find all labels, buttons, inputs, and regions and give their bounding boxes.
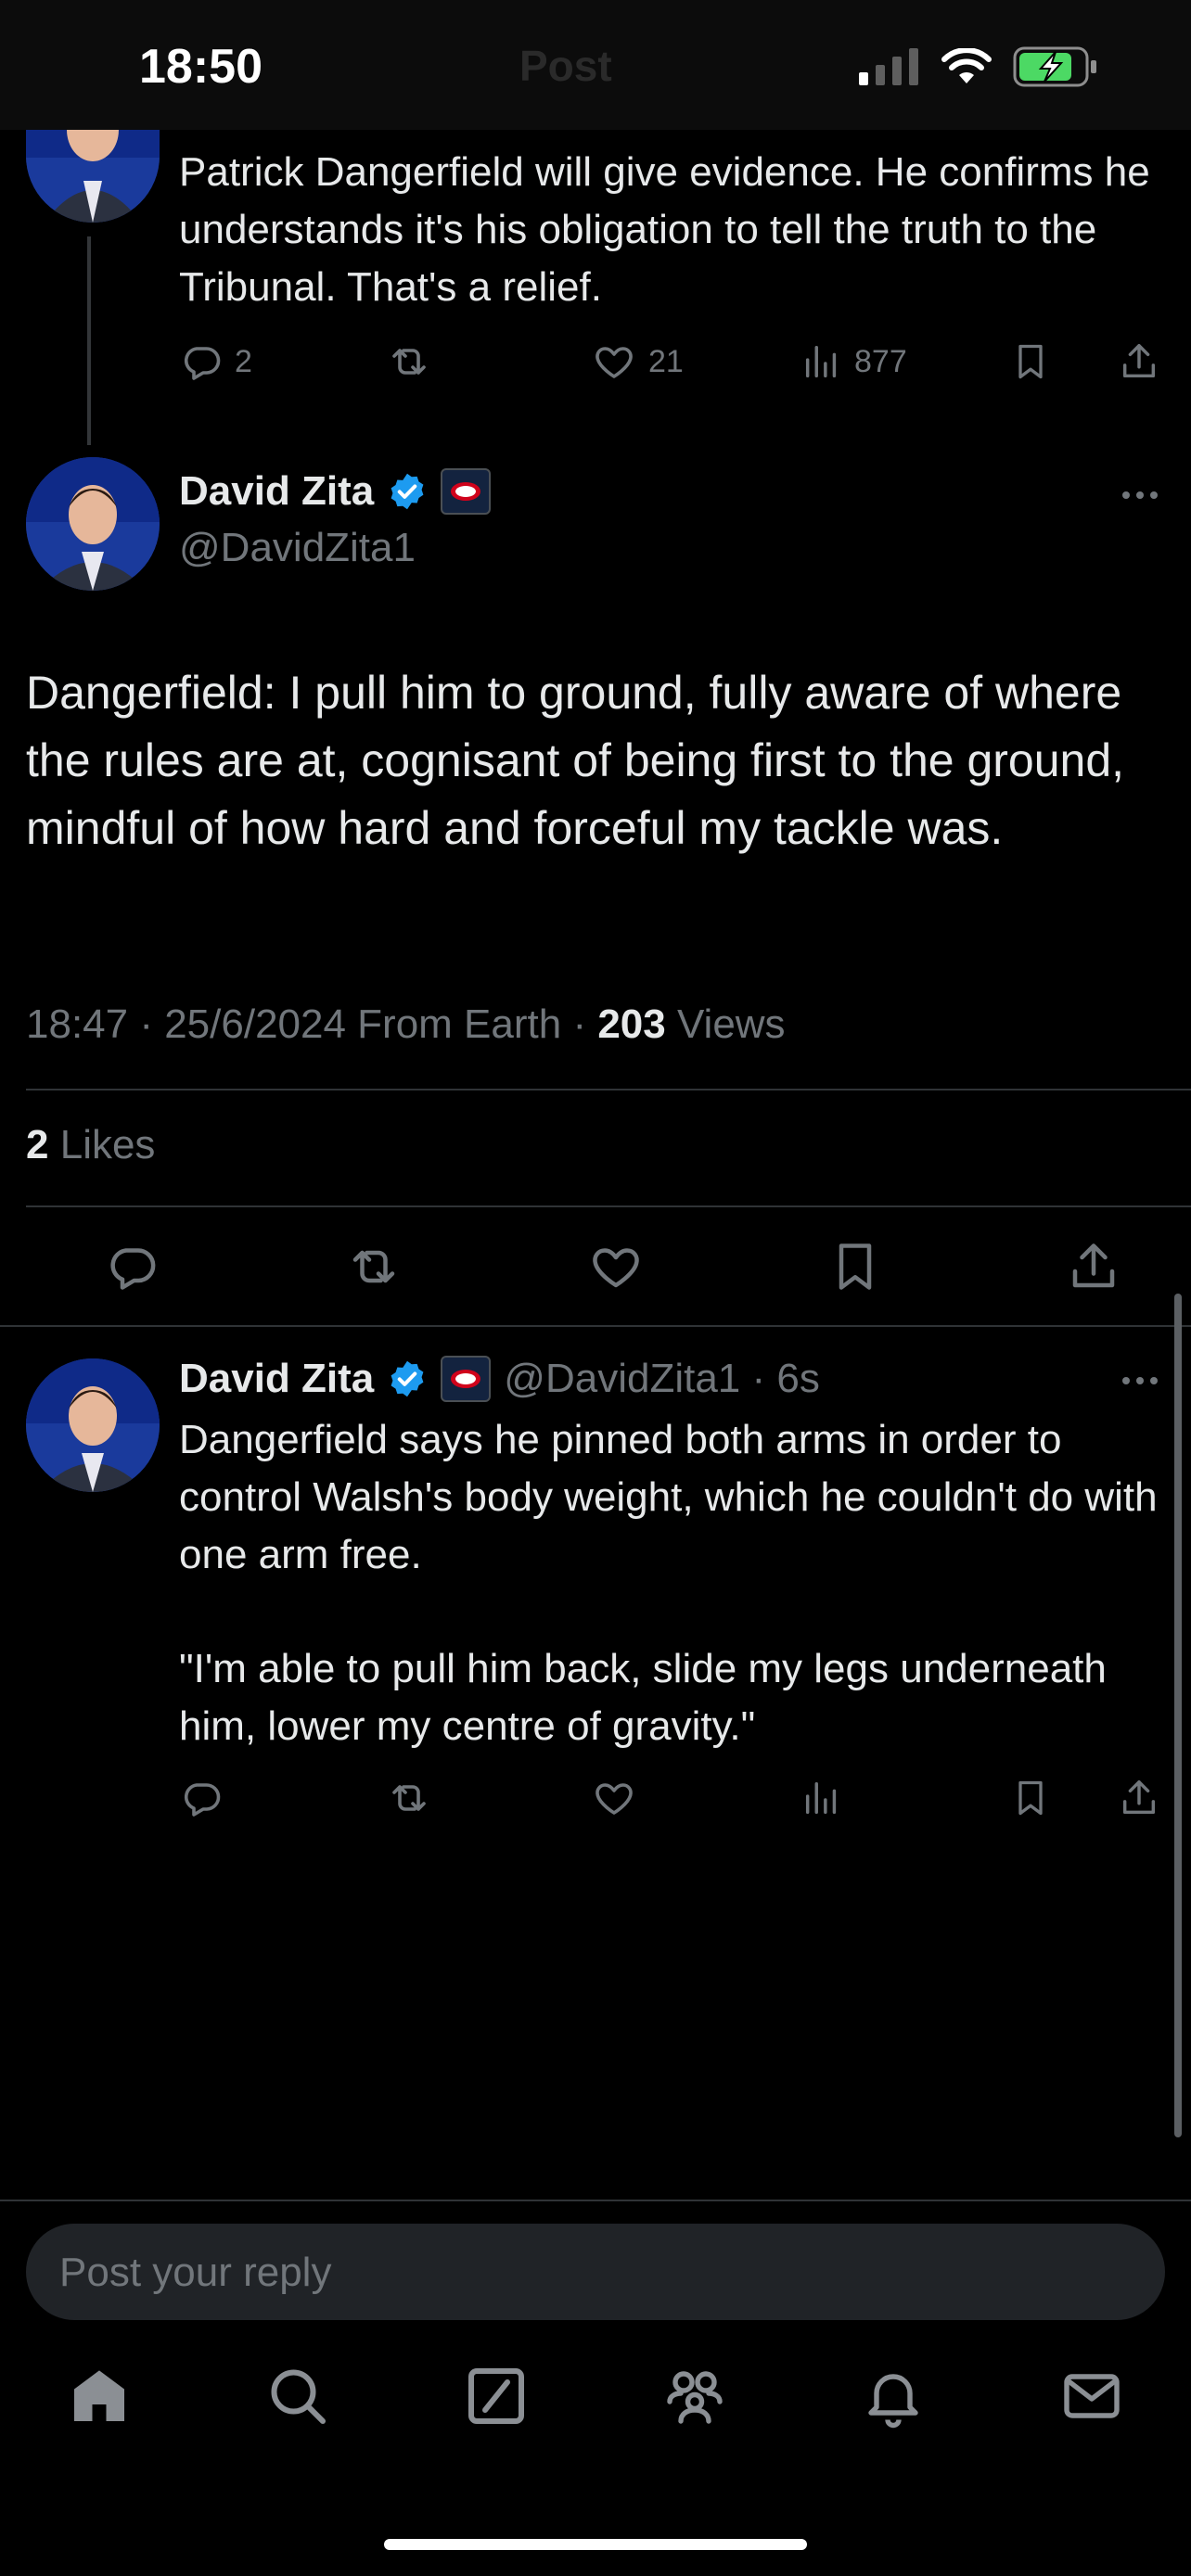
- status-time: 18:50: [139, 40, 263, 94]
- reply-input[interactable]: Post your reply: [26, 2224, 1165, 2320]
- like-button[interactable]: [591, 1776, 800, 1820]
- likes-label: Likes: [59, 1122, 156, 1167]
- likes-summary[interactable]: 2 Likes: [26, 1122, 155, 1168]
- parent-tweet-actions: 2 21 877: [179, 334, 1172, 389]
- more-options-icon[interactable]: [1122, 491, 1158, 499]
- verified-icon: [391, 473, 424, 510]
- divider: [0, 1325, 1191, 1327]
- main-author[interactable]: David Zita: [179, 468, 492, 515]
- heart-icon: [596, 1783, 633, 1815]
- tweet-timestamp: 18:47 · 25/6/2024 From Earth ·: [26, 1001, 598, 1047]
- more-options-icon[interactable]: [1122, 1377, 1158, 1384]
- avatar[interactable]: [26, 457, 160, 591]
- grok-icon[interactable]: [463, 2363, 530, 2429]
- share-icon: [1122, 1780, 1156, 1815]
- repost-icon: [392, 349, 426, 375]
- reply-icon: [184, 347, 221, 380]
- author-name: David Zita: [179, 1356, 375, 1401]
- views-label: Views: [676, 1001, 786, 1047]
- reply-button[interactable]: [179, 1776, 385, 1820]
- bookmark-button[interactable]: [1010, 1776, 1118, 1820]
- views-count: 877: [854, 343, 907, 379]
- verified-icon: [391, 1360, 424, 1397]
- divider: [0, 2200, 1191, 2201]
- repost-icon: [392, 1785, 426, 1811]
- avatar[interactable]: [26, 1358, 160, 1492]
- views-icon: [805, 345, 837, 378]
- views-count: 203: [597, 1001, 666, 1047]
- divider: [26, 1089, 1191, 1090]
- likes-count: 2: [26, 1122, 49, 1167]
- reply-input-placeholder: Post your reply: [59, 2250, 332, 2295]
- views-icon: [805, 1781, 837, 1815]
- signal-icon: [859, 48, 918, 85]
- bookmark-button[interactable]: [1010, 339, 1118, 384]
- affiliate-badge-icon: [441, 1356, 492, 1402]
- divider: [26, 1205, 1191, 1207]
- author-name: David Zita: [179, 468, 375, 514]
- main-tweet-actions: [102, 1239, 1122, 1294]
- home-icon[interactable]: [66, 2363, 133, 2429]
- repost-button[interactable]: [385, 339, 591, 384]
- scrollbar[interactable]: [1174, 1294, 1182, 2137]
- tab-bar: [0, 2363, 1191, 2429]
- bookmark-icon: [1018, 1780, 1043, 1816]
- bookmark-icon[interactable]: [827, 1239, 883, 1294]
- status-icons: [859, 46, 1098, 87]
- heart-icon[interactable]: [586, 1239, 646, 1294]
- main-tweet-text: Dangerfield: I pull him to ground, fully…: [26, 667, 1125, 854]
- views-button[interactable]: [800, 1776, 1010, 1820]
- author-handle-time: @DavidZita1 · 6s: [504, 1356, 820, 1401]
- heart-icon: [596, 347, 633, 378]
- communities-icon[interactable]: [661, 2363, 728, 2429]
- reply-tweet-quote: "I'm able to pull him back, slide my leg…: [179, 1646, 1107, 1749]
- like-button[interactable]: 21: [591, 339, 800, 384]
- share-button[interactable]: [1118, 339, 1160, 384]
- reply-tweet-actions: [179, 1776, 1172, 1820]
- reply-count: 2: [235, 343, 252, 379]
- repost-icon[interactable]: [343, 1239, 404, 1294]
- tweet-meta: 18:47 · 25/6/2024 From Earth · 203 Views: [26, 1001, 786, 1048]
- reply-icon[interactable]: [102, 1239, 161, 1294]
- share-icon: [1122, 344, 1156, 378]
- header-title: Post: [519, 42, 612, 90]
- bookmark-icon: [1018, 344, 1043, 379]
- notifications-icon[interactable]: [860, 2363, 927, 2429]
- wifi-icon: [941, 48, 992, 83]
- affiliate-badge-icon: [441, 468, 492, 515]
- status-bar: Post 18:50: [0, 0, 1191, 130]
- parent-tweet-text: Patrick Dangerfield will give evidence. …: [179, 149, 1150, 310]
- messages-icon[interactable]: [1058, 2363, 1125, 2429]
- battery-icon: [1013, 46, 1096, 87]
- reply-author[interactable]: David Zita @DavidZita1 · 6s: [179, 1356, 820, 1402]
- views-button[interactable]: 877: [800, 339, 1010, 384]
- share-icon[interactable]: [1065, 1239, 1122, 1294]
- reply-icon: [184, 1783, 221, 1817]
- like-count: 21: [648, 343, 684, 379]
- thread-line: [87, 236, 91, 445]
- search-icon[interactable]: [264, 2363, 331, 2429]
- repost-button[interactable]: [385, 1776, 591, 1820]
- home-indicator[interactable]: [384, 2539, 807, 2550]
- share-button[interactable]: [1118, 1776, 1160, 1820]
- reply-tweet-text: Dangerfield says he pinned both arms in …: [179, 1417, 1158, 1577]
- author-handle[interactable]: @DavidZita1: [179, 525, 416, 571]
- reply-button[interactable]: 2: [179, 339, 385, 384]
